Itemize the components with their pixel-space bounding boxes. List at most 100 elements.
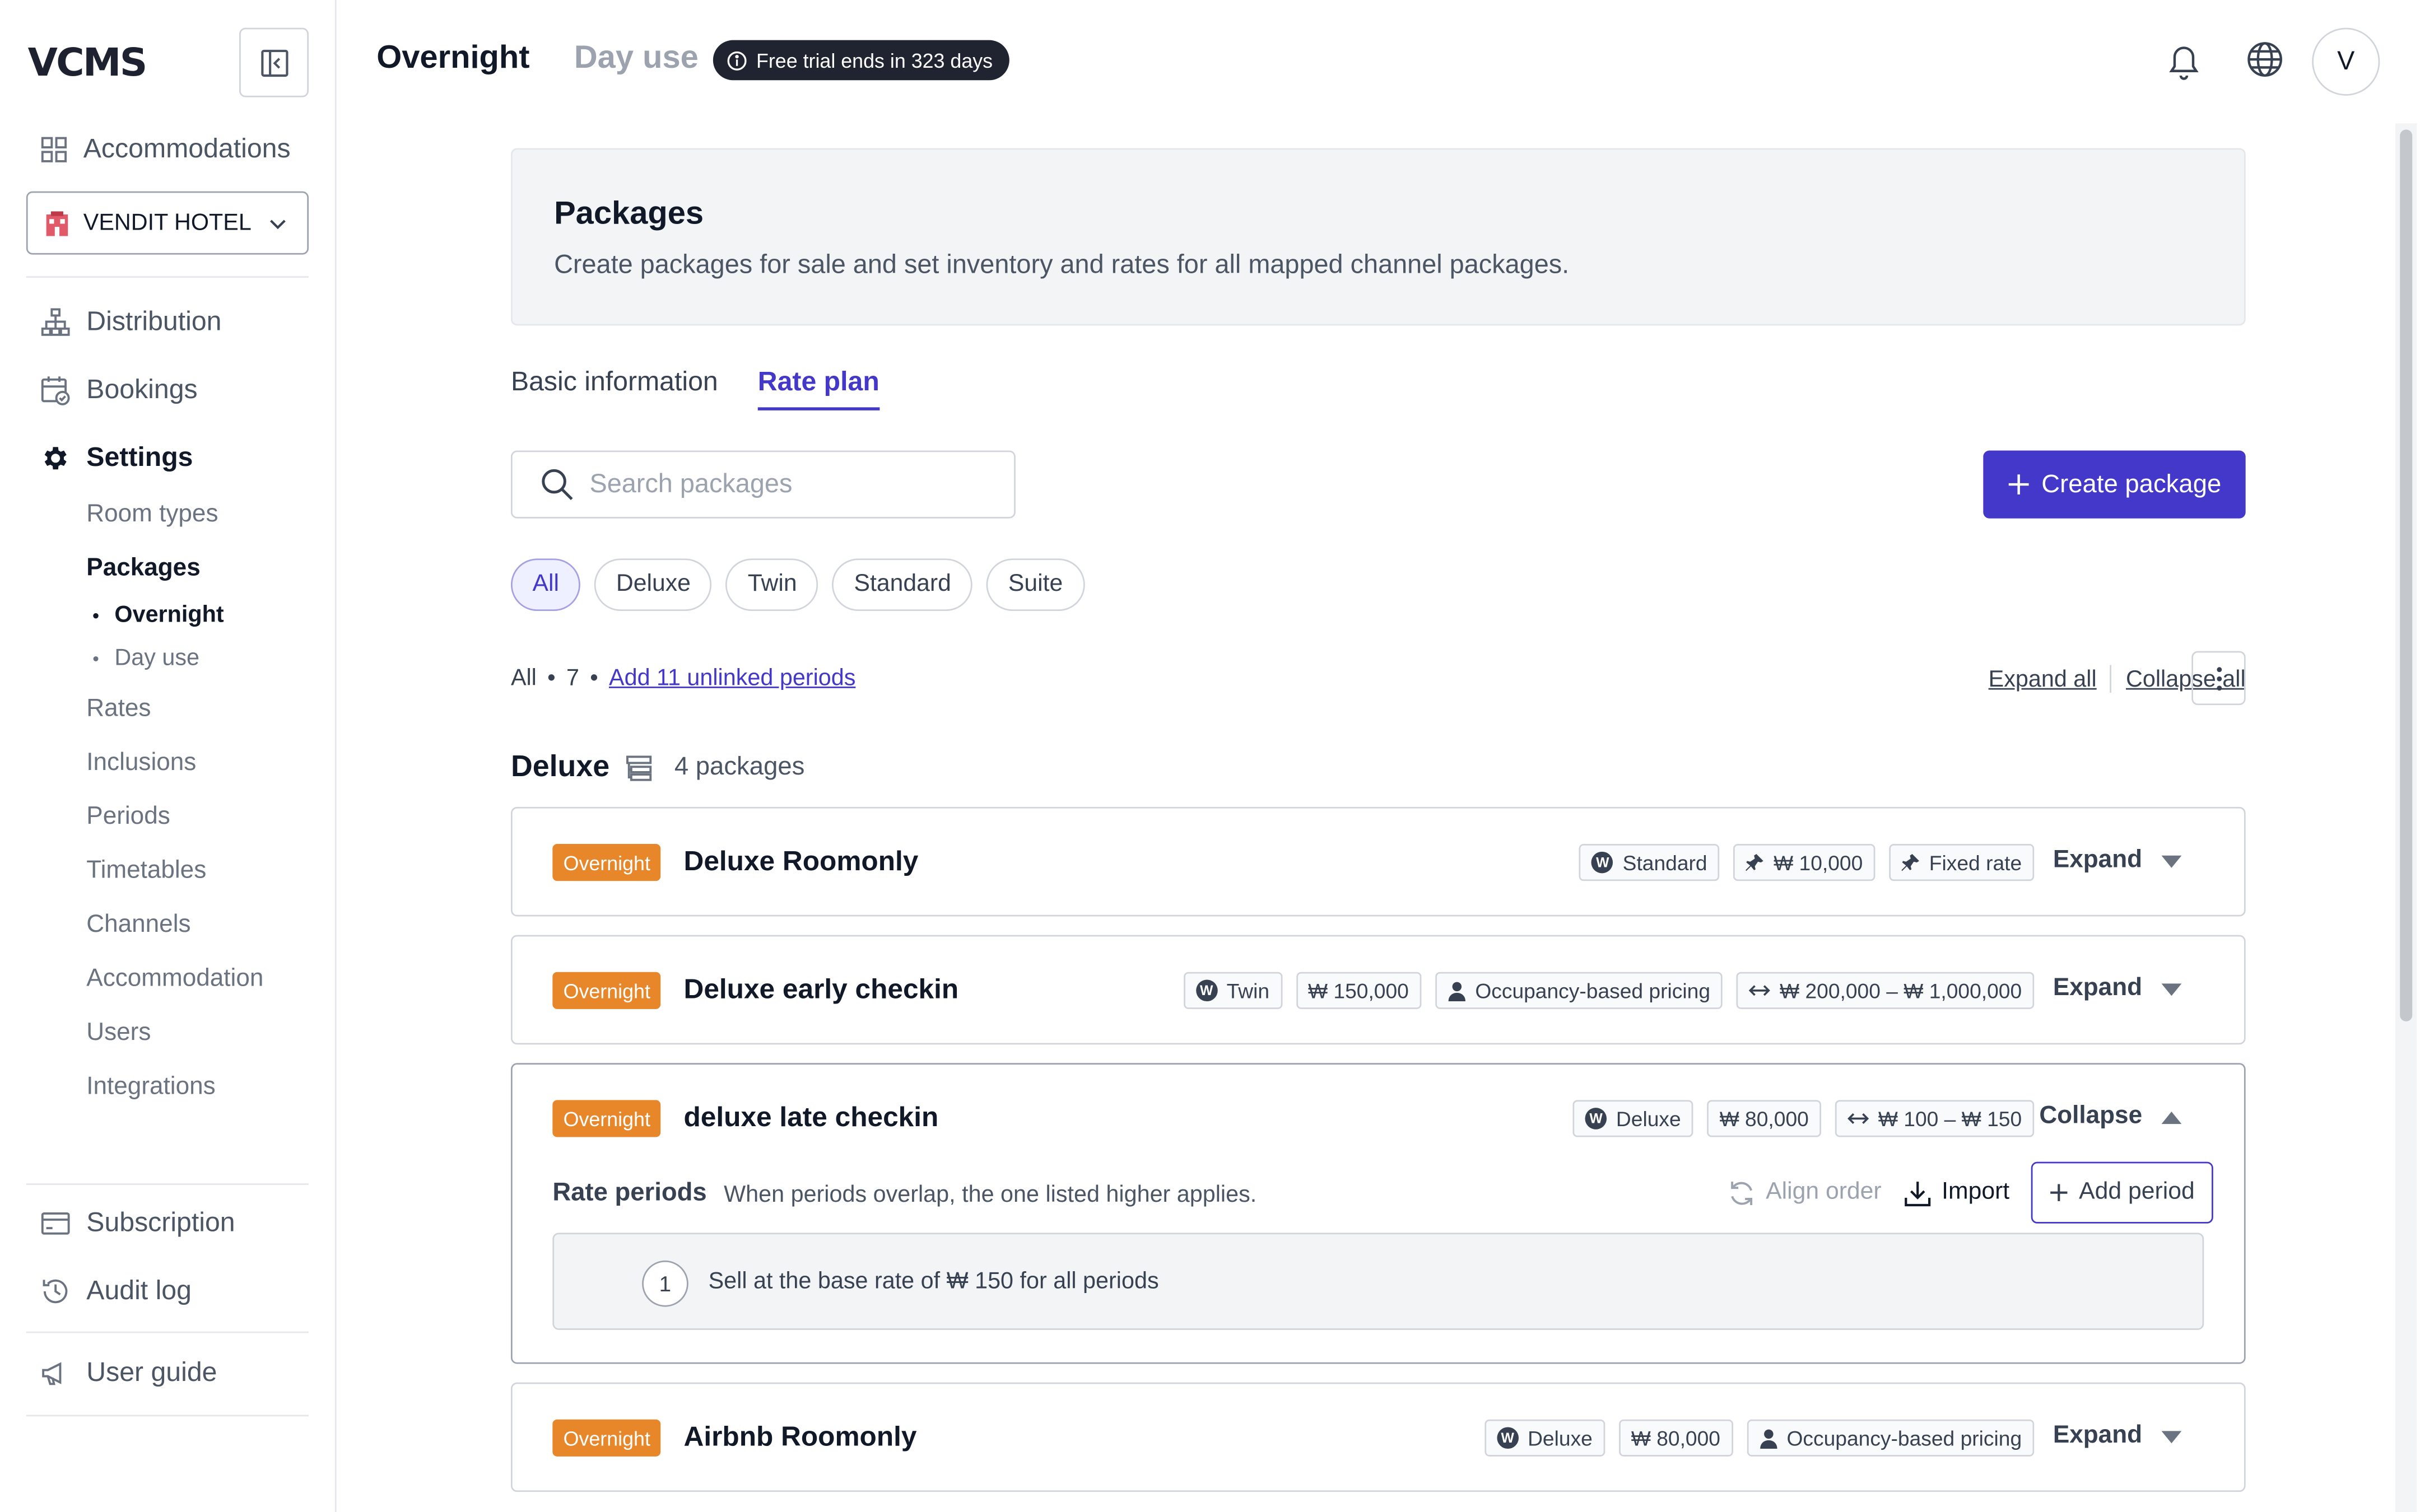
filter-chip-suite[interactable]: Suite (986, 558, 1085, 612)
filter-chip-twin[interactable]: Twin (726, 558, 819, 612)
add-period-button[interactable]: Add period (2031, 1161, 2213, 1224)
tag-text: Occupancy-based pricing (1475, 979, 1711, 1002)
expand-toggle[interactable]: Expand (2053, 975, 2182, 1003)
sidebar-item-distribution[interactable]: Distribution (40, 305, 222, 338)
tag-text: ₩ 80,000 (1631, 1426, 1720, 1450)
sidebar-subitem-integrations[interactable]: Integrations (86, 1074, 215, 1102)
app-logo[interactable]: VCMS (28, 40, 148, 85)
expand-all-link[interactable]: Expand all (1989, 666, 2097, 692)
create-package-button[interactable]: Create package (1983, 450, 2246, 519)
hotel-icon (46, 211, 68, 236)
caret-down-icon (2161, 855, 2182, 867)
package-name: deluxe late checkin (683, 1102, 939, 1133)
scrollbar-thumb[interactable] (2400, 129, 2413, 1021)
group-name: Deluxe (510, 749, 610, 784)
notifications-button[interactable] (2165, 40, 2202, 81)
header-tab-overnight[interactable]: Overnight (376, 40, 529, 77)
package-tags: W Twin ₩ 150,000 Occupancy-based pricing … (1183, 972, 2035, 1009)
more-options-button[interactable] (2191, 651, 2246, 706)
align-order-button[interactable]: Align order (1727, 1178, 1882, 1207)
sidebar-subsubitem-day-use[interactable]: • Day use (92, 645, 199, 671)
pricing-type-tag: Occupancy-based pricing (1435, 972, 1723, 1009)
package-tags: W Deluxe ₩ 80,000 ₩ 100 – ₩ 150 (1572, 1100, 2035, 1137)
sidebar: VCMS Accommodations VENDIT HOTEL Distrib… (0, 0, 337, 1512)
package-card-header[interactable]: Overnight Airbnb Roomonly W Deluxe ₩ 80,0… (513, 1384, 2244, 1492)
package-card-header[interactable]: Overnight Deluxe early checkin W Twin ₩ 1… (513, 936, 2244, 1044)
package-tags: W Deluxe ₩ 80,000 Occupancy-based pricing (1484, 1419, 2035, 1457)
sidebar-subitem-rates[interactable]: Rates (86, 696, 151, 724)
hotel-select[interactable]: VENDIT HOTEL (26, 191, 309, 255)
person-icon (1448, 981, 1465, 1001)
sidebar-subitem-packages[interactable]: Packages (86, 556, 200, 584)
sidebar-subitem-accommodation[interactable]: Accommodation (86, 966, 263, 994)
collapse-toggle[interactable]: Collapse (2039, 1103, 2182, 1131)
room-type-tag: W Deluxe (1572, 1100, 1693, 1137)
plus-icon (2008, 474, 2028, 495)
rate-range-tag: ₩ 200,000 – ₩ 1,000,000 (1736, 972, 2035, 1009)
rate-periods-note: When periods overlap, the one listed hig… (724, 1182, 1257, 1208)
tag-text: ₩ 10,000 (1774, 851, 1863, 874)
sidebar-subitem-inclusions[interactable]: Inclusions (86, 750, 196, 778)
toggle-label: Expand (2053, 1422, 2143, 1449)
sidebar-item-user-guide[interactable]: User guide (40, 1356, 217, 1389)
rate-period-text: Sell at the base rate of ₩ 150 for all p… (708, 1268, 1159, 1295)
caret-down-icon (2161, 1430, 2182, 1443)
tab-rate-plan[interactable]: Rate plan (757, 366, 879, 410)
sidebar-item-subscription[interactable]: Subscription (40, 1206, 235, 1239)
sidebar-subsubitem-overnight[interactable]: • Overnight (92, 601, 224, 628)
tag-text: Occupancy-based pricing (1786, 1426, 2022, 1450)
page-title: Packages (554, 195, 704, 232)
grid-icon (41, 136, 67, 162)
base-rate-tag: ₩ 150,000 (1295, 972, 1421, 1009)
sidebar-subitem-room-types[interactable]: Room types (86, 501, 218, 529)
sidebar-item-bookings[interactable]: Bookings (40, 374, 198, 406)
sidebar-item-accommodations[interactable]: Accommodations (40, 133, 291, 165)
toggle-label: Expand (2053, 847, 2143, 874)
import-button[interactable]: Import (1903, 1178, 2009, 1207)
won-circle-icon: W (1195, 979, 1218, 1002)
package-tags: W Standard ₩ 10,000 Fixed rate (1579, 844, 2035, 881)
header-tab-day-use[interactable]: Day use (574, 40, 699, 77)
sidebar-divider (26, 276, 309, 278)
globe-icon (2247, 42, 2282, 77)
sidebar-divider (26, 1331, 309, 1333)
app-root: VCMS Accommodations VENDIT HOTEL Distrib… (0, 0, 2420, 1512)
tag-text: Fixed rate (1929, 851, 2022, 874)
add-unlinked-periods-link[interactable]: Add 11 unlinked periods (609, 665, 855, 691)
sidebar-subitem-periods[interactable]: Periods (86, 804, 170, 832)
package-card-header[interactable]: Overnight deluxe late checkin W Deluxe ₩ … (513, 1065, 2244, 1173)
tab-basic-information[interactable]: Basic information (511, 366, 718, 398)
filter-chip-standard[interactable]: Standard (832, 558, 973, 612)
kebab-icon (2216, 666, 2221, 690)
package-name: Deluxe Roomonly (683, 845, 919, 876)
sidebar-subitem-users[interactable]: Users (86, 1020, 151, 1048)
package-type-badge: Overnight (552, 844, 662, 881)
summary-count: 7 (566, 665, 579, 692)
packages-icon (626, 755, 652, 781)
sidebar-item-audit-log[interactable]: Audit log (40, 1275, 192, 1307)
package-name: Airbnb Roomonly (683, 1421, 917, 1452)
expand-toggle[interactable]: Expand (2053, 1422, 2182, 1450)
sidebar-subitem-timetables[interactable]: Timetables (86, 858, 206, 886)
user-avatar[interactable]: V (2312, 27, 2380, 96)
sidebar-collapse-button[interactable] (239, 27, 309, 97)
search-input[interactable] (589, 469, 976, 500)
package-card-header[interactable]: Overnight Deluxe Roomonly W Standard ₩ 10… (513, 809, 2244, 917)
filter-chip-deluxe[interactable]: Deluxe (594, 558, 713, 612)
page-scrollbar[interactable] (2395, 123, 2417, 1512)
filter-chip-all[interactable]: All (510, 558, 581, 612)
sidebar-item-settings[interactable]: Settings (40, 441, 193, 474)
sidebar-item-label: Subscription (86, 1206, 235, 1238)
sidebar-item-label: Distribution (86, 305, 222, 337)
tag-text: Deluxe (1528, 1426, 1593, 1450)
tag-text: ₩ 80,000 (1719, 1107, 1809, 1131)
megaphone-icon (42, 1361, 62, 1384)
search-icon (542, 469, 573, 501)
language-button[interactable] (2246, 40, 2284, 79)
info-icon (727, 50, 747, 70)
expand-toggle[interactable]: Expand (2053, 847, 2182, 875)
toggle-label: Collapse (2039, 1103, 2143, 1130)
package-type-badge: Overnight (552, 972, 662, 1009)
sidebar-subitem-channels[interactable]: Channels (86, 912, 190, 940)
pricing-type-tag: Occupancy-based pricing (1746, 1419, 2035, 1457)
